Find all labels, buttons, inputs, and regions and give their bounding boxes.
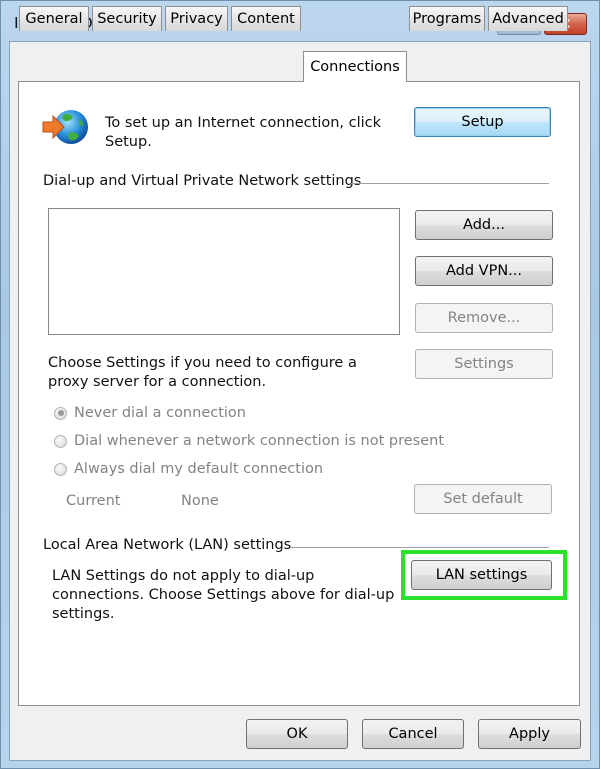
tab-label: General	[25, 11, 83, 27]
setup-button[interactable]: Setup	[414, 107, 551, 137]
tab-connections[interactable]: Connections	[303, 51, 407, 82]
radio-always-dial-default[interactable]: Always dial my default connection	[54, 461, 323, 477]
radio-dial-when-no-network[interactable]: Dial whenever a network connection is no…	[54, 433, 444, 449]
button-label: Add...	[463, 217, 505, 233]
radio-label: Never dial a connection	[74, 405, 246, 421]
radio-label: Dial whenever a network connection is no…	[74, 433, 445, 449]
current-label: Current	[66, 493, 121, 509]
tab-label: Programs	[412, 11, 482, 27]
radio-button[interactable]	[54, 462, 67, 476]
set-default-button[interactable]: Set default	[414, 484, 552, 514]
lan-settings-button[interactable]: LAN settings	[411, 560, 552, 590]
button-label: Apply	[509, 726, 550, 742]
radio-button-checked[interactable]	[54, 406, 67, 420]
connections-listbox[interactable]	[48, 208, 400, 335]
radio-label: Always dial my default connection	[74, 461, 324, 477]
button-label: Setup	[461, 114, 504, 130]
dialup-group-label: Dial-up and Virtual Private Network sett…	[43, 173, 362, 189]
group-divider	[290, 547, 549, 548]
tab-label: Privacy	[170, 11, 223, 27]
tab-general[interactable]: General	[19, 6, 89, 31]
tab-programs[interactable]: Programs	[409, 6, 485, 31]
tab-label: Connections	[310, 59, 400, 75]
add-button[interactable]: Add...	[415, 210, 553, 240]
lan-description: LAN Settings do not apply to dial-up con…	[52, 568, 395, 622]
remove-button[interactable]: Remove...	[415, 303, 553, 333]
internet-options-window: Internet Options ? ✕ General Security Pr…	[0, 0, 600, 769]
add-vpn-button[interactable]: Add VPN...	[415, 256, 553, 286]
cancel-button[interactable]: Cancel	[362, 719, 464, 749]
lan-group-label: Local Area Network (LAN) settings	[43, 537, 292, 553]
settings-button[interactable]: Settings	[415, 349, 553, 379]
globe-with-arrow-icon	[41, 107, 91, 147]
tab-label: Security	[97, 11, 157, 27]
proxy-description: Choose Settings if you need to configure…	[48, 355, 357, 390]
tab-security[interactable]: Security	[92, 6, 162, 31]
group-divider	[351, 183, 549, 184]
button-label: OK	[286, 726, 308, 742]
ok-button[interactable]: OK	[246, 719, 348, 749]
apply-button[interactable]: Apply	[478, 719, 581, 749]
radio-never-dial[interactable]: Never dial a connection	[54, 405, 246, 421]
tab-advanced[interactable]: Advanced	[488, 6, 568, 31]
button-label: Set default	[443, 491, 523, 507]
button-label: Add VPN...	[445, 263, 523, 279]
setup-description: To set up an Internet connection, click …	[105, 115, 382, 150]
button-label: Settings	[454, 356, 514, 372]
button-label: Remove...	[447, 310, 521, 326]
tab-content[interactable]: Content	[231, 6, 301, 31]
current-value: None	[181, 493, 219, 509]
radio-button[interactable]	[54, 434, 67, 448]
tab-label: Content	[237, 11, 295, 27]
button-label: LAN settings	[435, 567, 528, 583]
button-label: Cancel	[388, 726, 438, 742]
tab-privacy[interactable]: Privacy	[165, 6, 228, 31]
tab-label: Advanced	[492, 11, 564, 27]
